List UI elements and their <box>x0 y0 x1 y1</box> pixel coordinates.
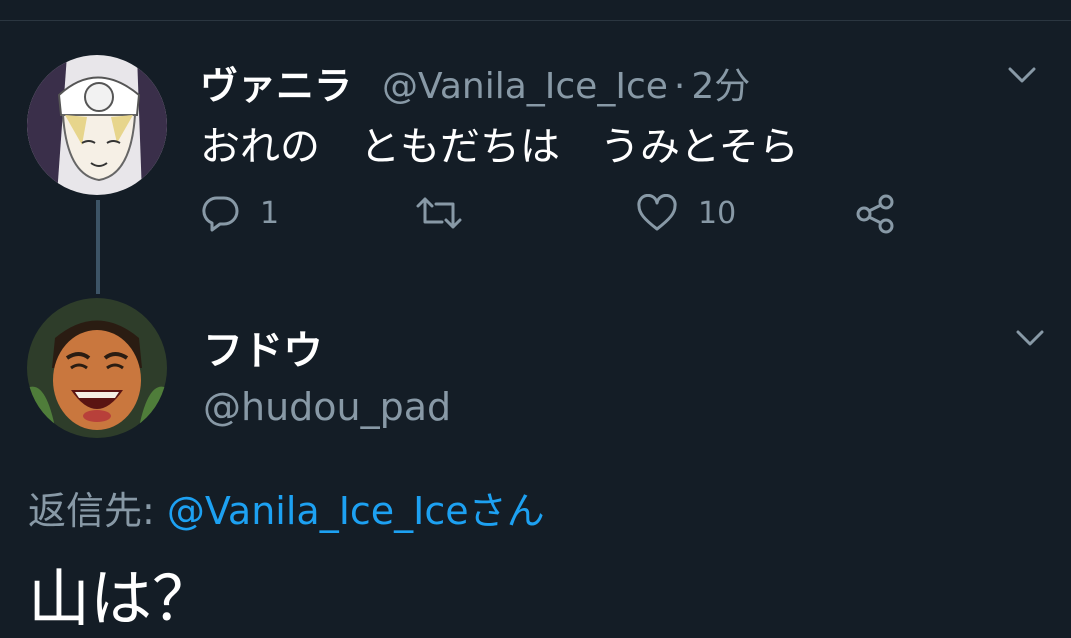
display-name[interactable]: ヴァニラ <box>200 55 352 110</box>
display-name[interactable]: フドウ <box>203 318 323 376</box>
reply-text: 山は？ <box>28 562 215 635</box>
share-button[interactable] <box>856 194 896 234</box>
tweet-text: おれの ともだちは うみとそら <box>200 124 799 170</box>
avatar-image <box>27 55 167 195</box>
avatar-image <box>27 298 167 438</box>
separator: · <box>673 66 686 107</box>
share-icon <box>856 194 894 234</box>
avatar[interactable] <box>27 55 167 195</box>
tweet-meta: @Vanila_Ice_Ice · 2分 <box>382 57 750 109</box>
reply-icon <box>202 196 239 232</box>
reply-to-mention-link[interactable]: @Vanila_Ice_Iceさん <box>167 489 545 533</box>
retweet-icon <box>416 197 462 229</box>
reply-count: 1 <box>260 195 280 231</box>
chevron-down-icon[interactable] <box>1008 66 1036 84</box>
heart-icon <box>637 194 677 231</box>
thread-line <box>96 200 100 294</box>
reply-to-label: 返信先: <box>28 489 167 533</box>
avatar[interactable] <box>27 298 167 438</box>
top-divider <box>0 20 1071 21</box>
retweet-button[interactable] <box>414 194 464 232</box>
timestamp[interactable]: 2分 <box>691 66 750 107</box>
handle[interactable]: @hudou_pad <box>203 385 451 429</box>
reply-to-line: 返信先: @Vanila_Ice_Iceさん <box>28 480 545 535</box>
reply-button[interactable]: 1 <box>202 194 279 232</box>
handle[interactable]: @Vanila_Ice_Ice <box>382 66 668 107</box>
like-count: 10 <box>698 195 737 231</box>
chevron-down-icon[interactable] <box>1016 329 1044 347</box>
like-button[interactable]: 10 <box>636 194 736 232</box>
